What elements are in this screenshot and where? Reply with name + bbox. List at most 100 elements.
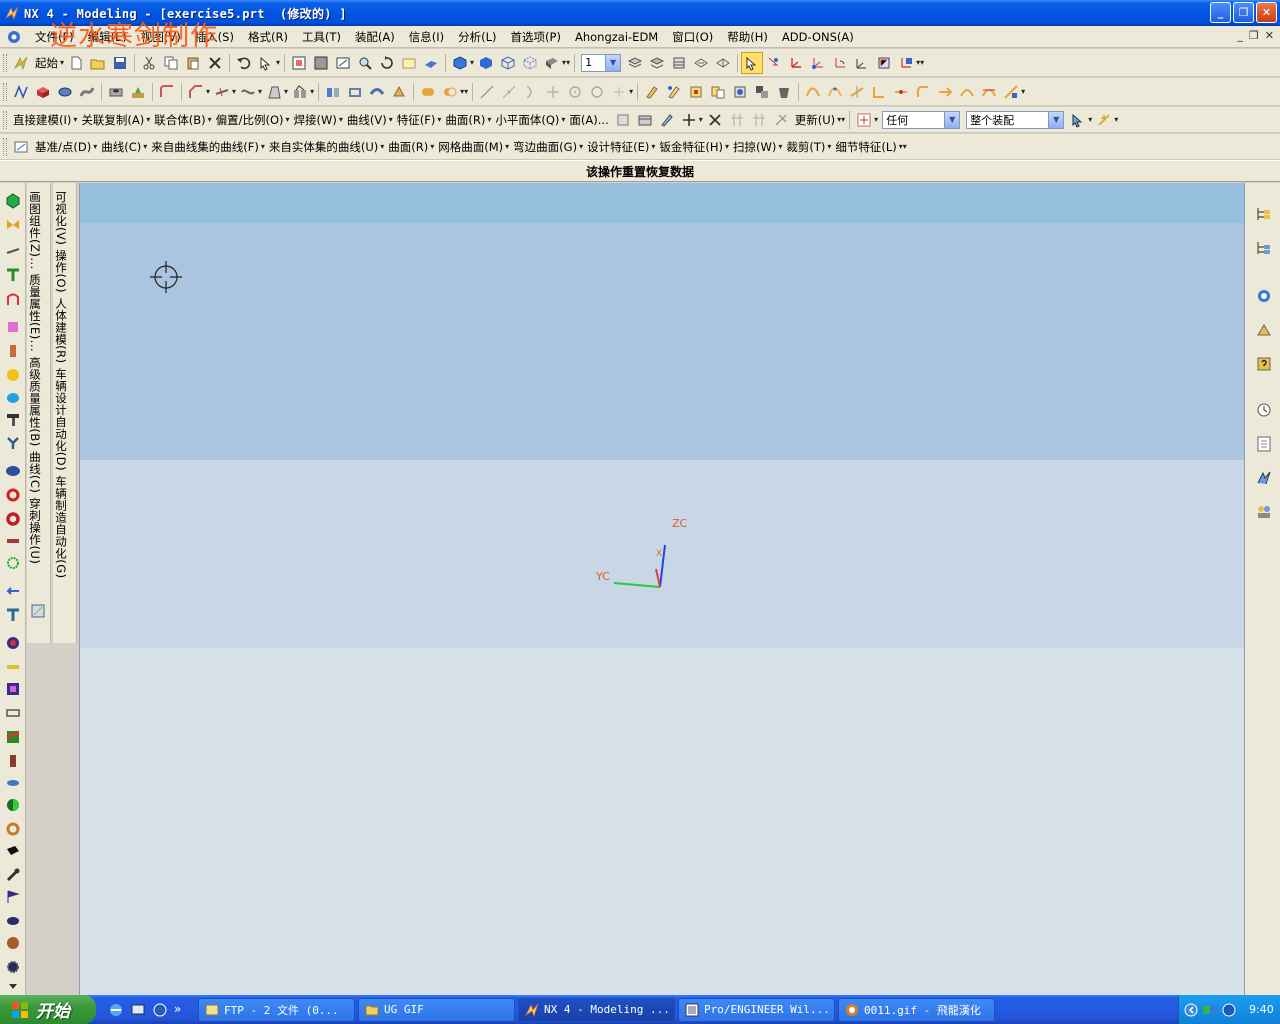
wheel-icon[interactable] [5, 635, 21, 651]
menu-file[interactable]: 文件(F) [28, 29, 81, 45]
part-navigator-icon[interactable] [1255, 239, 1273, 257]
rail-icon[interactable] [5, 659, 21, 675]
media-quicklaunch-icon[interactable] [152, 1002, 168, 1018]
internet-explorer-icon[interactable] [1255, 287, 1273, 305]
repeat-command-icon[interactable] [255, 52, 277, 74]
arch-icon[interactable] [5, 291, 21, 307]
wrench-icon[interactable] [5, 867, 21, 883]
instance-icon[interactable] [289, 81, 311, 103]
chamfer-icon[interactable] [185, 81, 207, 103]
system-materials-icon[interactable] [1255, 469, 1273, 487]
split-body-icon[interactable] [237, 81, 259, 103]
associative-copy-menu[interactable]: 关联复制(A) [78, 112, 147, 128]
start-icon[interactable] [10, 52, 32, 74]
torus-red-icon[interactable] [5, 487, 21, 503]
save-icon[interactable] [109, 52, 131, 74]
unsuppress-feature-icon[interactable] [773, 81, 795, 103]
menu-edit[interactable]: 编辑(E) [81, 29, 134, 45]
plus-point-icon[interactable] [608, 81, 630, 103]
design-feature-menu[interactable]: 设计特征(E) [584, 139, 652, 155]
draft-icon[interactable] [263, 81, 285, 103]
droplet-icon[interactable] [5, 389, 21, 405]
sheet-metal-feature-menu[interactable]: 钣金特征(H) [656, 139, 726, 155]
chain-icon[interactable] [5, 775, 21, 791]
inspect-icon[interactable] [30, 603, 46, 619]
select-mode-icon[interactable] [741, 51, 764, 74]
roles-icon[interactable] [1255, 435, 1273, 453]
taskbar-item-nx-modeling[interactable]: NX 4 - Modeling ... [518, 997, 675, 1022]
desktop-quicklaunch-icon[interactable] [130, 1002, 146, 1018]
copy-icon[interactable] [160, 52, 182, 74]
taskbar-item-ug-gif[interactable]: UG GIF [358, 997, 515, 1022]
t-section-icon[interactable] [5, 267, 21, 283]
grid-disabled-2-icon[interactable] [748, 109, 770, 131]
menu-ahongzai-edm[interactable]: Ahongzai-EDM [568, 30, 665, 44]
column-icon[interactable] [5, 343, 21, 359]
mdi-restore-button[interactable]: ❐ [1249, 29, 1259, 42]
general-selection-icon[interactable] [1067, 109, 1089, 131]
toolbar-grip[interactable] [3, 53, 7, 72]
arc-icon[interactable] [520, 81, 542, 103]
pan-icon[interactable] [398, 52, 420, 74]
sketch-icon[interactable] [10, 81, 32, 103]
wcs-save-icon[interactable] [895, 52, 917, 74]
hidden-edge-icon[interactable] [519, 52, 541, 74]
butterfly-icon[interactable] [5, 217, 21, 233]
menu-analysis[interactable]: 分析(L) [451, 29, 503, 45]
new-file-icon[interactable] [65, 52, 87, 74]
menu-tools[interactable]: 工具(T) [295, 29, 348, 45]
trim-curve-icon[interactable] [846, 81, 868, 103]
sweep-icon[interactable] [76, 81, 98, 103]
sphere-icon[interactable] [5, 935, 21, 951]
clock-text[interactable]: 9:40 [1249, 1003, 1274, 1016]
wcs-rotate-icon[interactable] [829, 52, 851, 74]
menu-preferences[interactable]: 首选项(P) [504, 29, 568, 45]
edit-spline-icon[interactable] [802, 81, 824, 103]
disc-icon[interactable] [5, 913, 21, 929]
taskbar-item-ftp[interactable]: FTP - 2 文件 (0... [198, 997, 355, 1022]
hole-icon[interactable] [105, 81, 127, 103]
toolbar-grip[interactable] [3, 137, 7, 156]
subtract-icon[interactable] [439, 81, 461, 103]
maximize-button[interactable]: ❐ [1233, 2, 1254, 23]
menu-insert[interactable]: 插入(S) [188, 29, 241, 45]
wcs-display-icon[interactable] [873, 52, 895, 74]
snap-disabled-icon[interactable] [770, 109, 792, 131]
face-blend-icon[interactable] [634, 109, 656, 131]
wcs-icon[interactable] [785, 52, 807, 74]
shell-icon[interactable] [344, 81, 366, 103]
combine-bodies-menu[interactable]: 联合体(B) [151, 112, 208, 128]
shaded-view-icon[interactable] [420, 52, 442, 74]
flag-icon[interactable] [5, 889, 21, 905]
people-icon[interactable] [1255, 503, 1273, 521]
graphics-window[interactable]: ZC YC X [79, 183, 1245, 995]
close-x-icon[interactable] [704, 109, 726, 131]
revolve-icon[interactable] [54, 81, 76, 103]
copy-to-layer-icon[interactable] [712, 52, 734, 74]
flange-surface-menu[interactable]: 弯边曲面(G) [510, 139, 580, 155]
cylinder-icon[interactable] [5, 463, 21, 479]
taskbar-item-gif-editor[interactable]: 0011.gif - 飛龍漢化 [838, 997, 995, 1022]
suppress-feature-icon[interactable] [751, 81, 773, 103]
curve-from-bodies-menu[interactable]: 来自实体集的曲线(U) [266, 139, 381, 155]
frame-icon[interactable] [5, 681, 21, 697]
menu-information[interactable]: 信息(I) [402, 29, 451, 45]
edit-curve-icon[interactable] [824, 81, 846, 103]
move-to-layer-icon[interactable] [690, 52, 712, 74]
menu-help[interactable]: 帮助(H) [720, 29, 775, 45]
bar-icon[interactable] [5, 533, 21, 549]
offset-face-icon[interactable] [388, 81, 410, 103]
trim-corner-icon[interactable] [868, 81, 890, 103]
rotate-icon[interactable] [376, 52, 398, 74]
unite-icon[interactable] [417, 81, 439, 103]
link-icon[interactable] [5, 243, 21, 259]
bracket-icon[interactable] [5, 319, 21, 335]
gauge-icon[interactable] [5, 753, 21, 769]
messenger-tray-icon[interactable] [1221, 1002, 1237, 1018]
circle-3pt-icon[interactable] [586, 81, 608, 103]
close-button[interactable]: ✕ [1256, 2, 1277, 23]
ring-icon[interactable] [5, 511, 21, 527]
pillar-icon[interactable] [5, 607, 21, 623]
move-feature-icon[interactable] [685, 81, 707, 103]
mesh-surface-menu[interactable]: 网格曲面(M) [435, 139, 506, 155]
